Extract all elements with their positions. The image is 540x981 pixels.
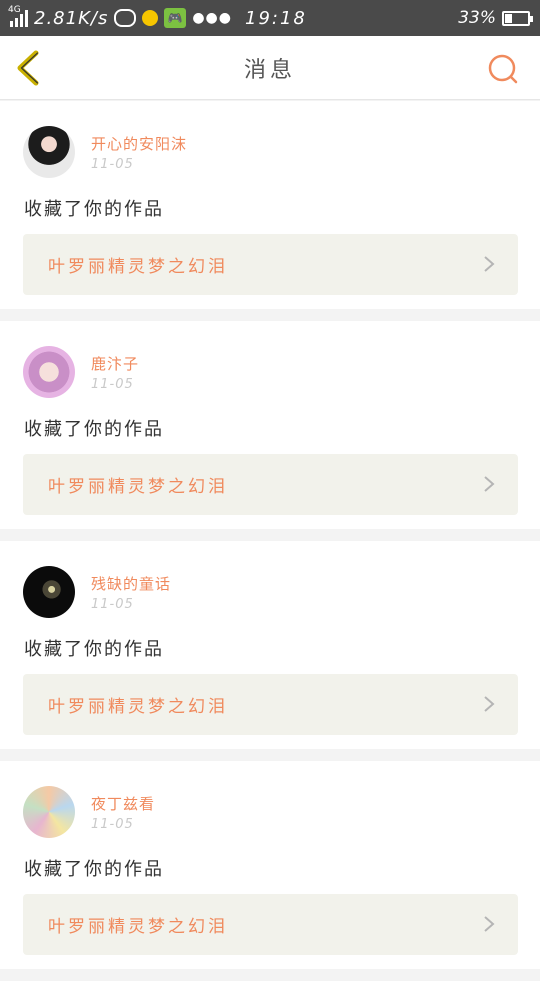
game-notification-icon: 🎮	[164, 8, 187, 28]
work-link[interactable]: 叶罗丽精灵梦之幻泪	[23, 674, 518, 735]
message-action: 收藏了你的作品	[24, 419, 164, 440]
signal-icon: 4G	[8, 5, 28, 27]
message-action: 收藏了你的作品	[24, 639, 164, 660]
message-date: 11-05	[91, 157, 134, 172]
message-card: 鹿汴子 11-05 收藏了你的作品 叶罗丽精灵梦之幻泪	[0, 321, 540, 529]
chevron-right-icon	[484, 916, 495, 932]
message-card: 残缺的童话 11-05 收藏了你的作品 叶罗丽精灵梦之幻泪	[0, 541, 540, 749]
avatar[interactable]	[23, 786, 75, 838]
battery-percent: 33%	[458, 8, 496, 28]
work-link[interactable]: 叶罗丽精灵梦之幻泪	[23, 894, 518, 955]
notification-dot-icon	[142, 10, 159, 26]
message-card: 夜丁兹看 11-05 收藏了你的作品 叶罗丽精灵梦之幻泪	[0, 761, 540, 969]
battery-icon	[502, 10, 533, 26]
work-title: 叶罗丽精灵梦之幻泪	[48, 257, 228, 277]
message-date: 11-05	[91, 597, 134, 612]
avatar[interactable]	[23, 126, 75, 178]
avatar[interactable]	[23, 346, 75, 398]
net-speed: 2.81K/s	[34, 7, 109, 29]
battery-fill	[505, 13, 513, 23]
status-bar: 4G 2.81K/s 🎮 ●●● 19:18 33%	[0, 0, 540, 36]
chevron-right-icon	[484, 256, 495, 272]
page-title: 消息	[243, 57, 296, 83]
status-right: 33%	[458, 8, 533, 28]
nav-bar: 消息	[0, 36, 540, 100]
avatar[interactable]	[23, 566, 75, 618]
username[interactable]: 鹿汴子	[91, 353, 139, 374]
network-type: 4G	[8, 5, 21, 15]
message-date: 11-05	[91, 377, 134, 392]
work-link[interactable]: 叶罗丽精灵梦之幻泪	[23, 234, 518, 295]
message-card: 开心的安阳沫 11-05 收藏了你的作品 叶罗丽精灵梦之幻泪	[0, 101, 540, 309]
work-link[interactable]: 叶罗丽精灵梦之幻泪	[23, 454, 518, 515]
more-notifications-icon: ●●●	[192, 10, 232, 26]
message-list: 开心的安阳沫 11-05 收藏了你的作品 叶罗丽精灵梦之幻泪 鹿汴子 11-05…	[0, 101, 540, 981]
message-date: 11-05	[91, 817, 134, 832]
chevron-right-icon	[484, 476, 495, 492]
status-time: 19:18	[245, 7, 307, 29]
search-icon[interactable]	[488, 54, 518, 84]
work-title: 叶罗丽精灵梦之幻泪	[48, 917, 228, 937]
wechat-notification-icon	[114, 9, 137, 27]
username[interactable]: 残缺的童话	[91, 573, 171, 594]
message-action: 收藏了你的作品	[24, 859, 164, 880]
username[interactable]: 开心的安阳沫	[91, 133, 187, 154]
work-title: 叶罗丽精灵梦之幻泪	[48, 697, 228, 717]
username[interactable]: 夜丁兹看	[91, 793, 155, 814]
message-action: 收藏了你的作品	[24, 199, 164, 220]
status-left: 4G 2.81K/s 🎮 ●●●	[8, 5, 232, 29]
back-arrow-icon[interactable]	[14, 50, 44, 86]
work-title: 叶罗丽精灵梦之幻泪	[48, 477, 228, 497]
chevron-right-icon	[484, 696, 495, 712]
